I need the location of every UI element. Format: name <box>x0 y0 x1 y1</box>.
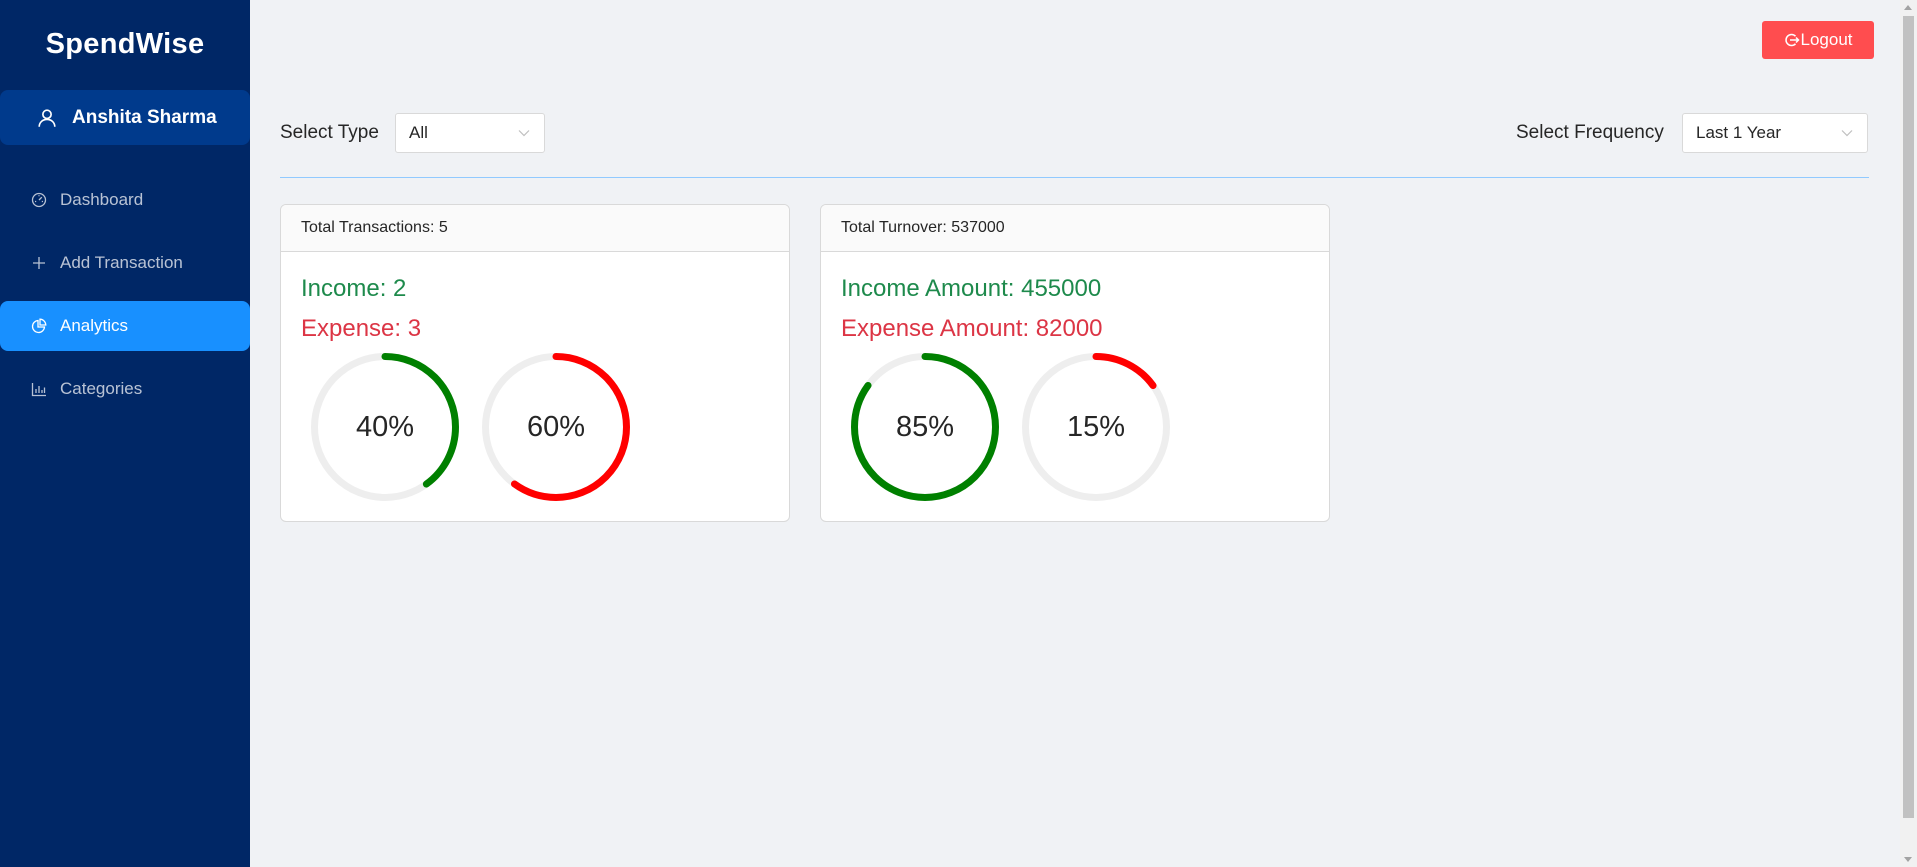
expense-progress-ring: 15% <box>1021 352 1171 502</box>
transactions-card: Total Transactions: 5 Income: 2 Expense:… <box>280 204 790 522</box>
income-count: Income: 2 <box>301 275 407 302</box>
dashboard-icon <box>30 191 48 209</box>
logout-icon <box>1784 33 1800 47</box>
type-select-value: All <box>409 123 428 142</box>
sidebar-item-categories[interactable]: Categories <box>0 364 250 414</box>
bar-chart-icon <box>30 380 48 398</box>
sidebar-item-label: Dashboard <box>60 190 144 209</box>
sidebar: SpendWise Anshita Sharma Dashboard Add T… <box>0 0 250 867</box>
expense-count: Expense: 3 <box>301 315 422 342</box>
income-percent: 85% <box>895 410 955 443</box>
frequency-select-value: Last 1 Year <box>1696 123 1782 142</box>
income-progress-ring: 85% <box>850 352 1000 502</box>
sidebar-item-add-transaction[interactable]: Add Transaction <box>0 238 250 288</box>
card-header: Total Turnover: 537000 <box>821 205 1329 252</box>
income-amount: Income Amount: 455000 <box>841 275 1102 302</box>
chevron-down-icon <box>518 130 530 137</box>
card-header: Total Transactions: 5 <box>281 205 789 252</box>
scroll-down-arrow-icon[interactable] <box>1904 857 1912 862</box>
expense-progress-ring: 60% <box>481 352 631 502</box>
scrollbar-thumb[interactable] <box>1903 16 1914 818</box>
logout-button[interactable]: Logout <box>1762 21 1874 59</box>
expense-percent: 15% <box>1066 410 1126 443</box>
sidebar-menu: Dashboard Add Transaction Analytics Cate… <box>0 175 250 427</box>
app-logo: SpendWise <box>45 27 205 60</box>
income-percent: 40% <box>355 410 415 443</box>
sidebar-item-label: Add Transaction <box>60 253 183 272</box>
user-icon <box>38 108 56 127</box>
expense-percent: 60% <box>526 410 586 443</box>
pie-chart-icon <box>30 317 48 335</box>
frequency-select[interactable]: Last 1 Year <box>1682 113 1868 153</box>
select-frequency-label: Select Frequency <box>1516 122 1664 143</box>
turnover-card: Total Turnover: 537000 Income Amount: 45… <box>820 204 1330 522</box>
scroll-up-arrow-icon[interactable] <box>1904 5 1912 10</box>
user-profile[interactable]: Anshita Sharma <box>0 90 250 145</box>
user-name: Anshita Sharma <box>72 106 217 128</box>
expense-amount: Expense Amount: 82000 <box>841 315 1103 342</box>
scrollbar[interactable] <box>1900 0 1917 867</box>
plus-icon <box>30 254 48 272</box>
sidebar-item-dashboard[interactable]: Dashboard <box>0 175 250 225</box>
chevron-down-icon <box>1841 130 1853 137</box>
income-progress-ring: 40% <box>310 352 460 502</box>
sidebar-item-analytics[interactable]: Analytics <box>0 301 250 351</box>
type-select[interactable]: All <box>395 113 545 153</box>
logout-label: Logout <box>1800 30 1853 49</box>
select-type-label: Select Type <box>280 122 379 143</box>
sidebar-item-label: Categories <box>60 379 143 398</box>
divider <box>280 177 1869 178</box>
sidebar-item-label: Analytics <box>60 316 129 335</box>
